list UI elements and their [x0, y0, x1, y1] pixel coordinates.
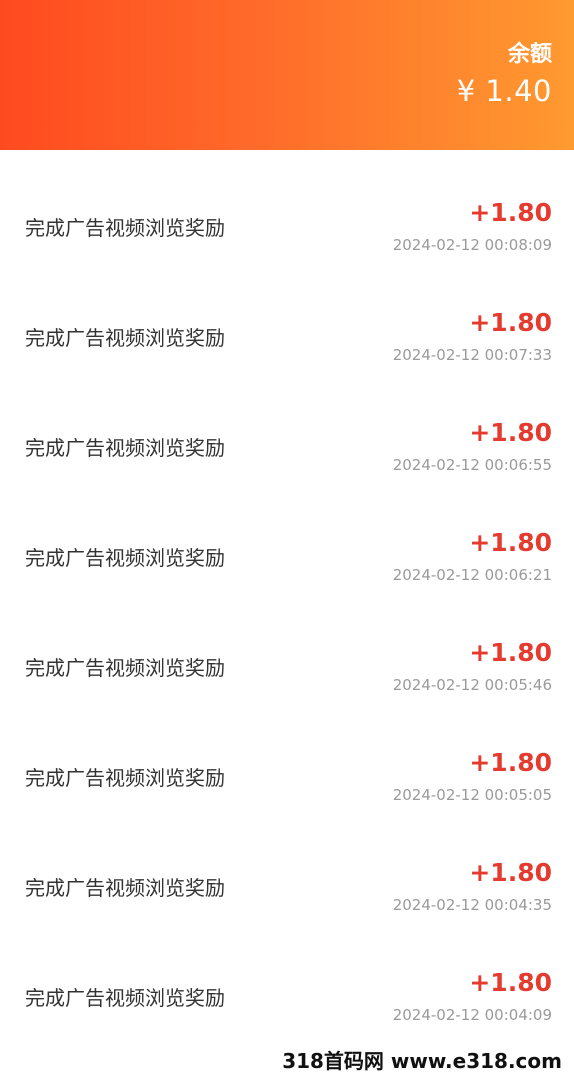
- balance-header: 余额 ¥ 1.40: [0, 0, 574, 150]
- record-title: 完成广告视频浏览奖励: [25, 876, 225, 900]
- record-amount: +1.80: [469, 858, 552, 887]
- record-time: 2024-02-12 00:05:46: [392, 676, 552, 694]
- record-time: 2024-02-12 00:06:55: [392, 456, 552, 474]
- record-amount: +1.80: [469, 528, 552, 557]
- page: 余额 ¥ 1.40 完成广告视频浏览奖励 +1.80 2024-02-12 00…: [0, 0, 574, 1080]
- record-amount: +1.80: [469, 418, 552, 447]
- record-time: 2024-02-12 00:07:33: [392, 346, 552, 364]
- site-watermark: 318首码网 www.e318.com: [274, 1044, 570, 1074]
- record-row[interactable]: 完成广告视频浏览奖励 +1.80 2024-02-12 00:07:33: [0, 260, 574, 370]
- record-title: 完成广告视频浏览奖励: [25, 436, 225, 460]
- balance-value: ¥ 1.40: [456, 74, 552, 108]
- record-row[interactable]: 完成广告视频浏览奖励 +1.80 2024-02-12 00:06:55: [0, 370, 574, 480]
- record-title: 完成广告视频浏览奖励: [25, 766, 225, 790]
- record-amount: +1.80: [469, 638, 552, 667]
- record-row[interactable]: 完成广告视频浏览奖励 +1.80 2024-02-12 00:08:09: [0, 150, 574, 260]
- record-title: 完成广告视频浏览奖励: [25, 326, 225, 350]
- reward-record-list[interactable]: 完成广告视频浏览奖励 +1.80 2024-02-12 00:08:09 完成广…: [0, 150, 574, 1080]
- record-time: 2024-02-12 00:06:21: [392, 566, 552, 584]
- record-amount: +1.80: [469, 198, 552, 227]
- record-title: 完成广告视频浏览奖励: [25, 546, 225, 570]
- record-time: 2024-02-12 00:04:09: [392, 1006, 552, 1024]
- balance-label: 余额: [507, 42, 552, 67]
- record-row[interactable]: 完成广告视频浏览奖励 +1.80 2024-02-12 00:04:09: [0, 920, 574, 1030]
- record-amount: +1.80: [469, 308, 552, 337]
- record-time: 2024-02-12 00:04:35: [392, 896, 552, 914]
- record-amount: +1.80: [469, 968, 552, 997]
- record-title: 完成广告视频浏览奖励: [25, 986, 225, 1010]
- record-title: 完成广告视频浏览奖励: [25, 656, 225, 680]
- record-title: 完成广告视频浏览奖励: [25, 216, 225, 240]
- record-time: 2024-02-12 00:05:05: [392, 786, 552, 804]
- record-row[interactable]: 完成广告视频浏览奖励 +1.80 2024-02-12 00:06:21: [0, 480, 574, 590]
- record-time: 2024-02-12 00:08:09: [392, 236, 552, 254]
- record-row[interactable]: 完成广告视频浏览奖励 +1.80 2024-02-12 00:05:05: [0, 700, 574, 810]
- record-row[interactable]: 完成广告视频浏览奖励 +1.80 2024-02-12 00:04:35: [0, 810, 574, 920]
- record-row[interactable]: 完成广告视频浏览奖励 +1.80 2024-02-12 00:05:46: [0, 590, 574, 700]
- record-amount: +1.80: [469, 748, 552, 777]
